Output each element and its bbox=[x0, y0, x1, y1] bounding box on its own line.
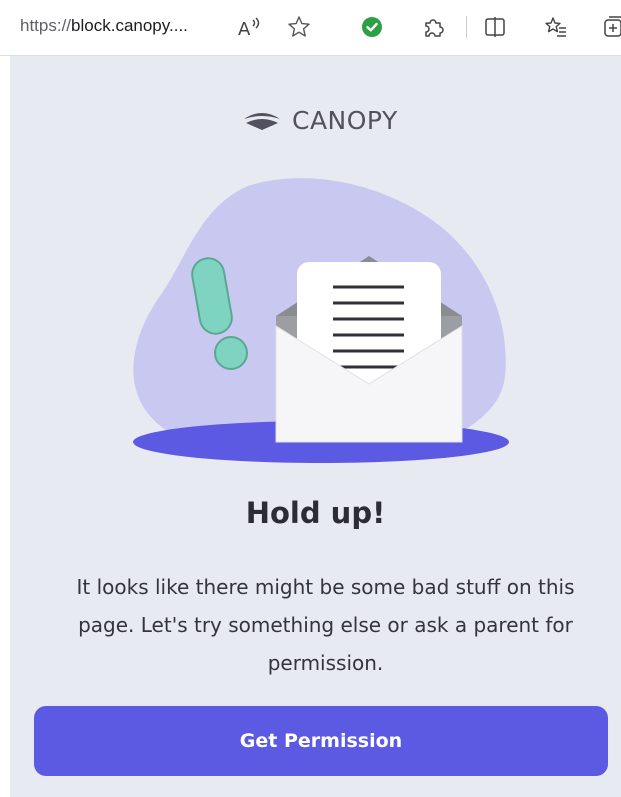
url-protocol: https:// bbox=[20, 16, 72, 35]
toolbar-separator bbox=[466, 16, 467, 38]
extensions-icon[interactable] bbox=[420, 14, 446, 40]
logo-text: CANOPY bbox=[292, 105, 398, 135]
canopy-leaf-icon bbox=[244, 113, 280, 130]
get-permission-button[interactable]: Get Permission bbox=[34, 706, 608, 776]
collections-icon[interactable] bbox=[602, 14, 621, 40]
canopy-logo: CANOPY bbox=[242, 100, 398, 140]
url-host: block.canopy.... bbox=[71, 16, 188, 35]
favorites-list-icon[interactable] bbox=[543, 14, 569, 40]
svg-text:A: A bbox=[238, 19, 251, 40]
shield-check-icon[interactable] bbox=[359, 14, 385, 40]
split-screen-icon[interactable] bbox=[482, 14, 508, 40]
favorite-star-icon[interactable] bbox=[286, 14, 312, 40]
warning-envelope-illustration bbox=[133, 178, 509, 463]
page-heading: Hold up! bbox=[245, 496, 386, 530]
exclamation-dot bbox=[214, 336, 248, 370]
address-bar[interactable]: https://block.canopy.... bbox=[20, 16, 188, 36]
read-aloud-icon[interactable]: A bbox=[236, 14, 262, 40]
block-page: CANOPY Hold up! It looks like there migh… bbox=[10, 56, 621, 797]
block-message: It looks like there might be some bad st… bbox=[76, 575, 575, 675]
browser-toolbar: https://block.canopy.... A bbox=[0, 0, 621, 56]
